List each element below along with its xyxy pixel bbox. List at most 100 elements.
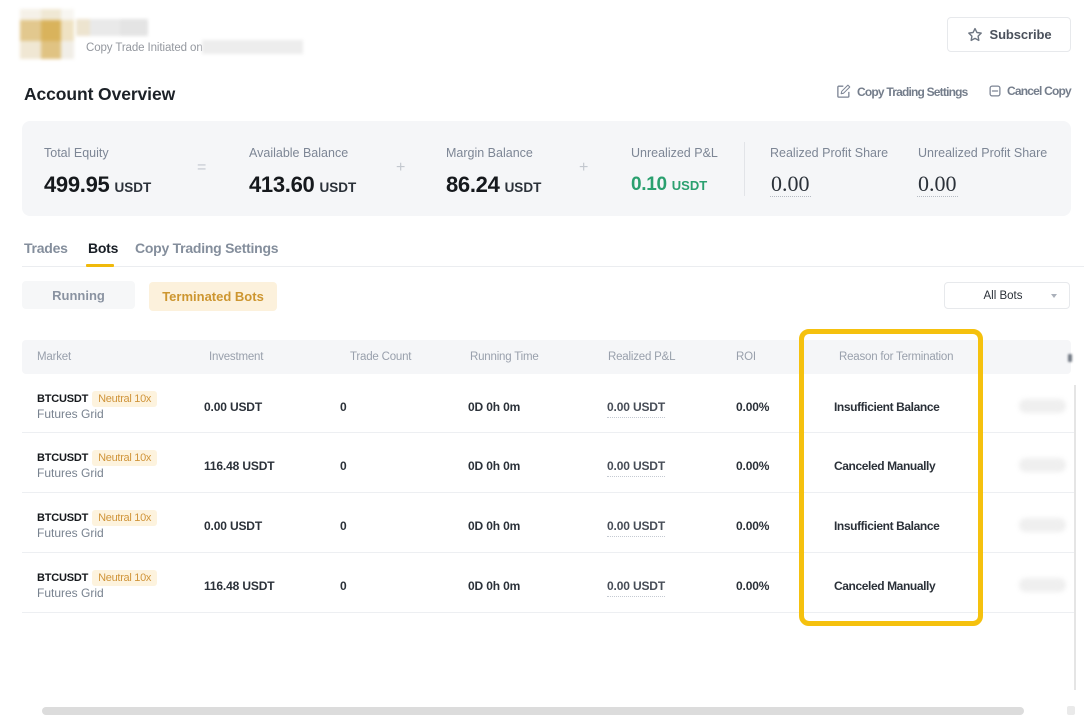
vertical-scrollbar[interactable] <box>1074 385 1076 690</box>
roi-cell: 0.00% <box>736 400 769 414</box>
avatar-pixel <box>20 20 41 41</box>
name-blur-block <box>76 19 90 36</box>
all-bots-dropdown[interactable]: All Bots <box>944 282 1070 309</box>
reason-cell: Insufficient Balance <box>834 519 939 533</box>
active-tab-underline <box>86 264 114 267</box>
copy-trading-page: Copy Trade Initiated on Subscribe Accoun… <box>0 0 1084 726</box>
realized-pnl-cell: 0.00 USDT <box>607 579 665 593</box>
table-row: BTCUSDT Neutral 10x Futures Grid 0.00 USD… <box>22 493 1075 553</box>
investment-cell: 116.48 USDT <box>204 579 274 593</box>
trader-name-blurred <box>76 19 148 36</box>
stat-value-unit: USDT <box>505 180 542 195</box>
table-row: BTCUSDTNeutral 10x Futures Grid 116.48 U… <box>22 553 1075 613</box>
margin-balance-value: 86.24USDT <box>446 172 541 198</box>
col-investment: Investment <box>209 351 263 363</box>
vertical-scrollbar-end <box>1067 706 1075 715</box>
reason-cell: Canceled Manually <box>834 459 935 473</box>
stat-value-number: 413.60 <box>249 172 315 197</box>
cancel-copy-label: Cancel Copy <box>1007 84 1071 98</box>
realized-pnl-cell: 0.00 USDT <box>607 519 665 533</box>
market-symbol: BTCUSDT <box>37 512 88 524</box>
market-symbol: BTCUSDT <box>37 393 88 405</box>
realized-pnl-cell: 0.00 USDT <box>607 400 665 414</box>
copy-trade-initiated-label: Copy Trade Initiated on <box>86 42 203 54</box>
subscribe-label: Subscribe <box>990 27 1052 42</box>
account-stats-bar: Total Equity 499.95USDT = Available Bala… <box>22 121 1071 216</box>
available-balance-value: 413.60 USDT <box>249 172 356 198</box>
avatar-pixel <box>41 20 61 41</box>
running-filter-button[interactable]: Running <box>22 281 135 309</box>
trade-count-cell: 0 <box>340 519 347 533</box>
roi-cell: 0.00% <box>736 579 769 593</box>
all-bots-dropdown-value: All Bots <box>984 290 1023 302</box>
tab-copy-trading-settings[interactable]: Copy Trading Settings <box>135 240 278 256</box>
market-type: Futures Grid <box>37 407 104 421</box>
avatar-pixel <box>41 41 61 59</box>
horizontal-scrollbar[interactable] <box>42 707 1024 715</box>
market-cell-line1: BTCUSDT Neutral 10x <box>37 391 157 407</box>
stat-value-unit: USDT <box>115 180 152 195</box>
investment-cell: 0.00 USDT <box>204 400 262 414</box>
stats-divider <box>744 142 745 196</box>
cancel-copy-button[interactable]: Cancel Copy <box>989 84 1071 98</box>
margin-balance-label: Margin Balance <box>446 146 533 160</box>
copy-trading-settings-label: Copy Trading Settings <box>857 85 968 99</box>
realized-profit-share-label: Realized Profit Share <box>770 146 888 160</box>
realized-profit-share-value: 0.00 <box>770 174 811 197</box>
reason-cell: Canceled Manually <box>834 579 935 593</box>
terminated-bots-filter-button[interactable]: Terminated Bots <box>149 282 277 311</box>
col-reason: Reason for Termination <box>839 351 953 363</box>
market-cell-line1: BTCUSDT Neutral 10x <box>37 450 157 466</box>
table-row: BTCUSDT Neutral 10x Futures Grid 0.00 USD… <box>22 374 1075 433</box>
realized-pnl-cell: 0.00 USDT <box>607 459 665 473</box>
market-type: Futures Grid <box>37 586 104 600</box>
equals-operator: = <box>197 159 206 177</box>
tab-trades[interactable]: Trades <box>24 240 68 256</box>
investment-cell: 116.48 USDT <box>204 459 274 473</box>
table-header: Market Investment Trade Count Running Ti… <box>22 340 1071 374</box>
copy-trading-settings-button[interactable]: Copy Trading Settings <box>836 84 968 99</box>
roi-cell: 0.00% <box>736 519 769 533</box>
initiated-date-blurred <box>202 40 303 54</box>
trader-avatar-blurred <box>20 9 74 59</box>
chevron-down-icon <box>1051 294 1057 298</box>
action-link-blurred[interactable] <box>1019 399 1066 413</box>
edit-icon <box>836 84 851 99</box>
strategy-badge: Neutral 10x <box>92 510 157 526</box>
reason-cell: Insufficient Balance <box>834 400 939 414</box>
avatar-pixel <box>20 9 41 20</box>
unrealized-profit-share-value: 0.00 <box>917 174 958 197</box>
avatar-pixel <box>61 20 74 41</box>
roi-cell: 0.00% <box>736 459 769 473</box>
tab-bots[interactable]: Bots <box>88 240 118 256</box>
strategy-badge: Neutral 10x <box>92 570 157 586</box>
clipped-column-edge-mark <box>1068 354 1072 362</box>
strategy-badge: Neutral 10x <box>92 450 157 466</box>
table-row: BTCUSDTNeutral 10x Futures Grid 116.48 U… <box>22 433 1075 493</box>
avatar-pixel <box>61 9 74 20</box>
running-time-cell: 0D 0h 0m <box>468 459 520 473</box>
col-realized-pnl: Realized P&L <box>608 351 675 363</box>
name-blur-block <box>120 19 148 36</box>
market-cell-line1: BTCUSDT Neutral 10x <box>37 510 157 526</box>
investment-cell: 0.00 USDT <box>204 519 262 533</box>
market-symbol: BTCUSDT <box>37 452 88 464</box>
action-link-blurred[interactable] <box>1019 458 1066 472</box>
plus-operator: + <box>396 159 405 177</box>
action-link-blurred[interactable] <box>1019 578 1066 592</box>
strategy-badge: Neutral 10x <box>92 391 157 407</box>
market-cell-line1: BTCUSDTNeutral 10x <box>37 570 157 586</box>
action-link-blurred[interactable] <box>1019 518 1066 532</box>
star-icon <box>967 27 983 43</box>
stat-value-unit: USDT <box>320 180 357 195</box>
unrealized-pnl-value: 0.10USDT <box>631 174 707 196</box>
realized-pnl-underlined-value: 0.00 USDT <box>607 459 665 477</box>
plus-operator: + <box>579 159 588 177</box>
page-title: Account Overview <box>24 84 175 105</box>
trade-count-cell: 0 <box>340 400 347 414</box>
col-trade-count: Trade Count <box>350 351 411 363</box>
running-time-cell: 0D 0h 0m <box>468 519 520 533</box>
market-type: Futures Grid <box>37 526 104 540</box>
subscribe-button[interactable]: Subscribe <box>947 17 1071 52</box>
running-time-cell: 0D 0h 0m <box>468 400 520 414</box>
